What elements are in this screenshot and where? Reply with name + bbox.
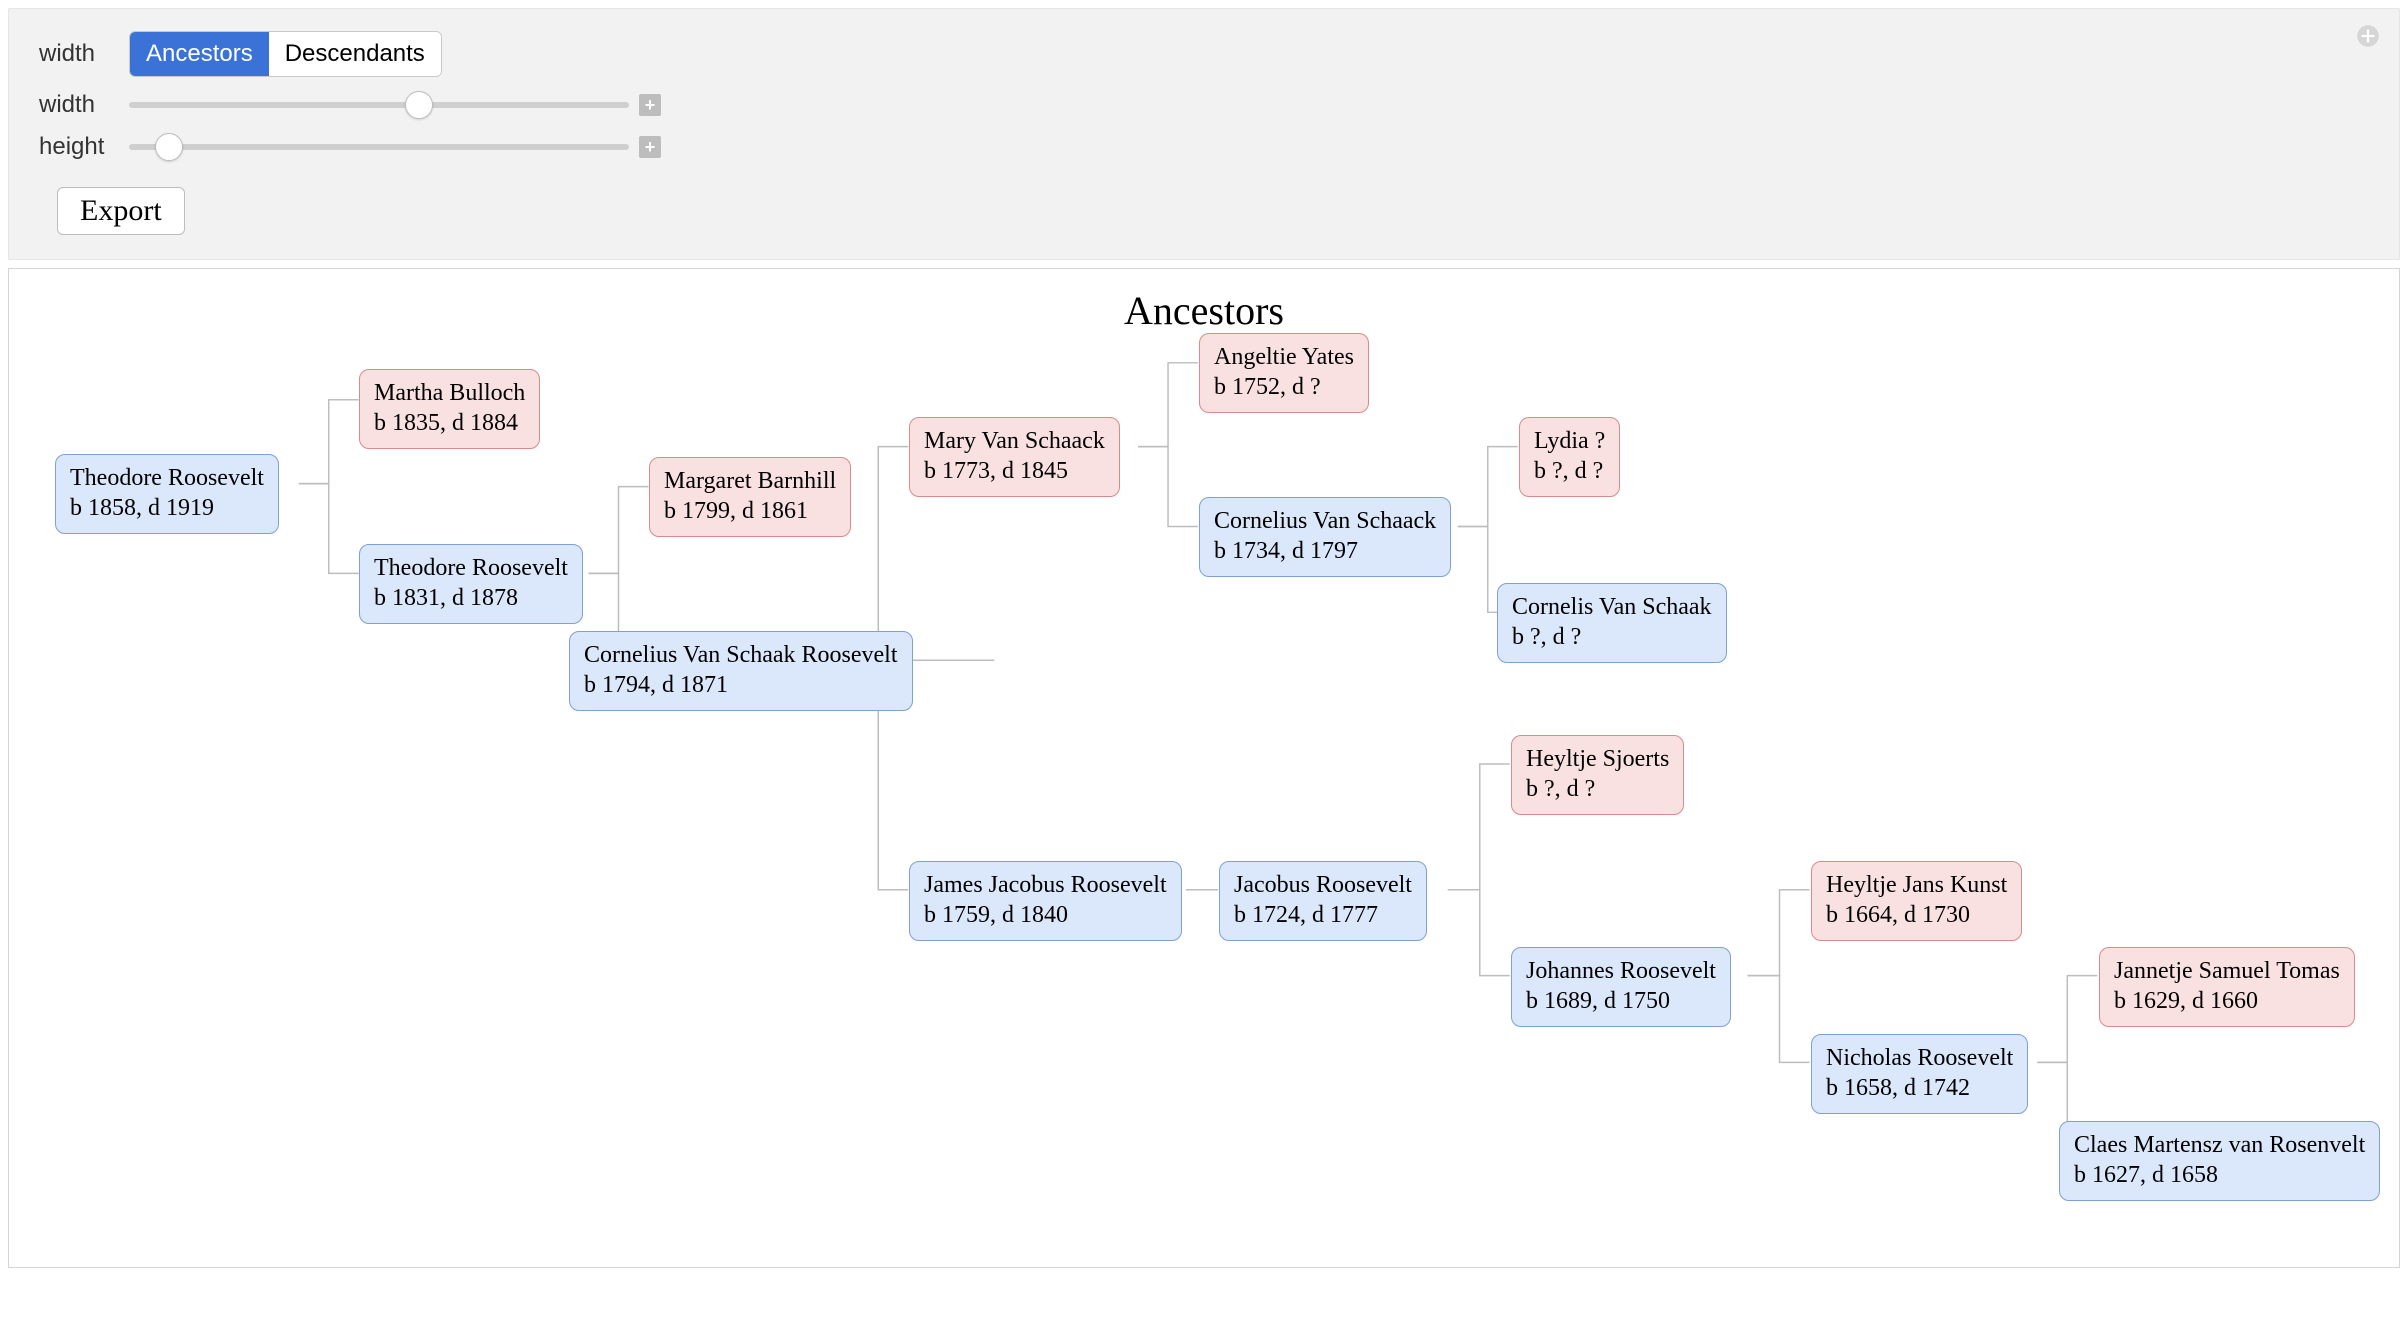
height-slider-plus-icon[interactable]: + [639, 136, 661, 158]
person-name: Nicholas Roosevelt [1826, 1043, 2013, 1073]
person-node-theodore-1831[interactable]: Theodore Roosevelt b 1831, d 1878 [359, 544, 583, 624]
person-dates: b ?, d ? [1512, 622, 1712, 652]
person-dates: b 1831, d 1878 [374, 583, 568, 613]
person-dates: b 1734, d 1797 [1214, 536, 1436, 566]
person-dates: b 1773, d 1845 [924, 456, 1105, 486]
person-node-theodore-1858[interactable]: Theodore Roosevelt b 1858, d 1919 [55, 454, 279, 534]
person-node-cornelis-van-schaak[interactable]: Cornelis Van Schaak b ?, d ? [1497, 583, 1727, 663]
height-slider[interactable] [129, 144, 629, 150]
person-node-mary-van-schaack[interactable]: Mary Van Schaack b 1773, d 1845 [909, 417, 1120, 497]
height-label: height [39, 133, 129, 161]
person-name: Lydia ? [1534, 426, 1605, 456]
person-dates: b 1759, d 1840 [924, 900, 1167, 930]
person-name: Martha Bulloch [374, 378, 525, 408]
person-dates: b 1629, d 1660 [2114, 986, 2340, 1016]
person-dates: b ?, d ? [1526, 774, 1669, 804]
person-node-claes-martensz[interactable]: Claes Martensz van Rosenvelt b 1627, d 1… [2059, 1121, 2380, 1201]
person-node-margaret-barnhill[interactable]: Margaret Barnhill b 1799, d 1861 [649, 457, 851, 537]
mode-label: width [39, 40, 129, 68]
person-dates: b 1664, d 1730 [1826, 900, 2007, 930]
person-node-nicholas-roosevelt[interactable]: Nicholas Roosevelt b 1658, d 1742 [1811, 1034, 2028, 1114]
person-node-jacobus-roosevelt[interactable]: Jacobus Roosevelt b 1724, d 1777 [1219, 861, 1427, 941]
person-name: Jannetje Samuel Tomas [2114, 956, 2340, 986]
tab-descendants[interactable]: Descendants [269, 32, 441, 76]
person-dates: b 1794, d 1871 [584, 670, 898, 700]
width-slider-plus-icon[interactable]: + [639, 94, 661, 116]
person-dates: b 1658, d 1742 [1826, 1073, 2013, 1103]
person-name: Theodore Roosevelt [70, 463, 264, 493]
person-name: Jacobus Roosevelt [1234, 870, 1412, 900]
person-name: Mary Van Schaack [924, 426, 1105, 456]
tab-ancestors[interactable]: Ancestors [130, 32, 269, 76]
person-dates: b 1627, d 1658 [2074, 1160, 2365, 1190]
person-node-angeltie-yates[interactable]: Angeltie Yates b 1752, d ? [1199, 333, 1369, 413]
person-node-heyltje-jans-kunst[interactable]: Heyltje Jans Kunst b 1664, d 1730 [1811, 861, 2022, 941]
person-dates: b 1799, d 1861 [664, 496, 836, 526]
person-node-martha-bulloch[interactable]: Martha Bulloch b 1835, d 1884 [359, 369, 540, 449]
width-slider[interactable] [129, 102, 629, 108]
person-name: Heyltje Sjoerts [1526, 744, 1669, 774]
person-dates: b 1724, d 1777 [1234, 900, 1412, 930]
person-name: Johannes Roosevelt [1526, 956, 1716, 986]
diagram-title: Ancestors [9, 287, 2399, 334]
person-node-lydia[interactable]: Lydia ? b ?, d ? [1519, 417, 1620, 497]
person-node-johannes-roosevelt[interactable]: Johannes Roosevelt b 1689, d 1750 [1511, 947, 1731, 1027]
person-dates: b 1835, d 1884 [374, 408, 525, 438]
person-name: Claes Martensz van Rosenvelt [2074, 1130, 2365, 1160]
width-row: width + [39, 91, 2369, 119]
control-panel: width Ancestors Descendants width + heig… [8, 8, 2400, 260]
width-label: width [39, 91, 129, 119]
mode-row: width Ancestors Descendants [39, 31, 2369, 77]
person-node-heyltje-sjoerts[interactable]: Heyltje Sjoerts b ?, d ? [1511, 735, 1684, 815]
person-name: Cornelius Van Schaak Roosevelt [584, 640, 898, 670]
diagram-pane: Ancestors [8, 268, 2400, 1268]
person-name: Cornelis Van Schaak [1512, 592, 1712, 622]
expand-panel-icon[interactable] [2355, 23, 2381, 49]
person-name: Heyltje Jans Kunst [1826, 870, 2007, 900]
person-node-cornelius-van-schaack[interactable]: Cornelius Van Schaack b 1734, d 1797 [1199, 497, 1451, 577]
person-dates: b 1752, d ? [1214, 372, 1354, 402]
height-row: height + [39, 133, 2369, 161]
width-slider-thumb[interactable] [405, 91, 433, 119]
app-root: width Ancestors Descendants width + heig… [0, 8, 2408, 1336]
height-slider-thumb[interactable] [155, 133, 183, 161]
person-name: James Jacobus Roosevelt [924, 870, 1167, 900]
person-name: Margaret Barnhill [664, 466, 836, 496]
person-node-jannetje-tomas[interactable]: Jannetje Samuel Tomas b 1629, d 1660 [2099, 947, 2355, 1027]
person-dates: b 1689, d 1750 [1526, 986, 1716, 1016]
person-dates: b ?, d ? [1534, 456, 1605, 486]
mode-segmented-control: Ancestors Descendants [129, 31, 442, 77]
export-button[interactable]: Export [57, 187, 185, 235]
person-dates: b 1858, d 1919 [70, 493, 264, 523]
person-node-james-jacobus[interactable]: James Jacobus Roosevelt b 1759, d 1840 [909, 861, 1182, 941]
person-name: Theodore Roosevelt [374, 553, 568, 583]
person-name: Angeltie Yates [1214, 342, 1354, 372]
person-name: Cornelius Van Schaack [1214, 506, 1436, 536]
person-node-cornelius-vs-roosevelt[interactable]: Cornelius Van Schaak Roosevelt b 1794, d… [569, 631, 913, 711]
